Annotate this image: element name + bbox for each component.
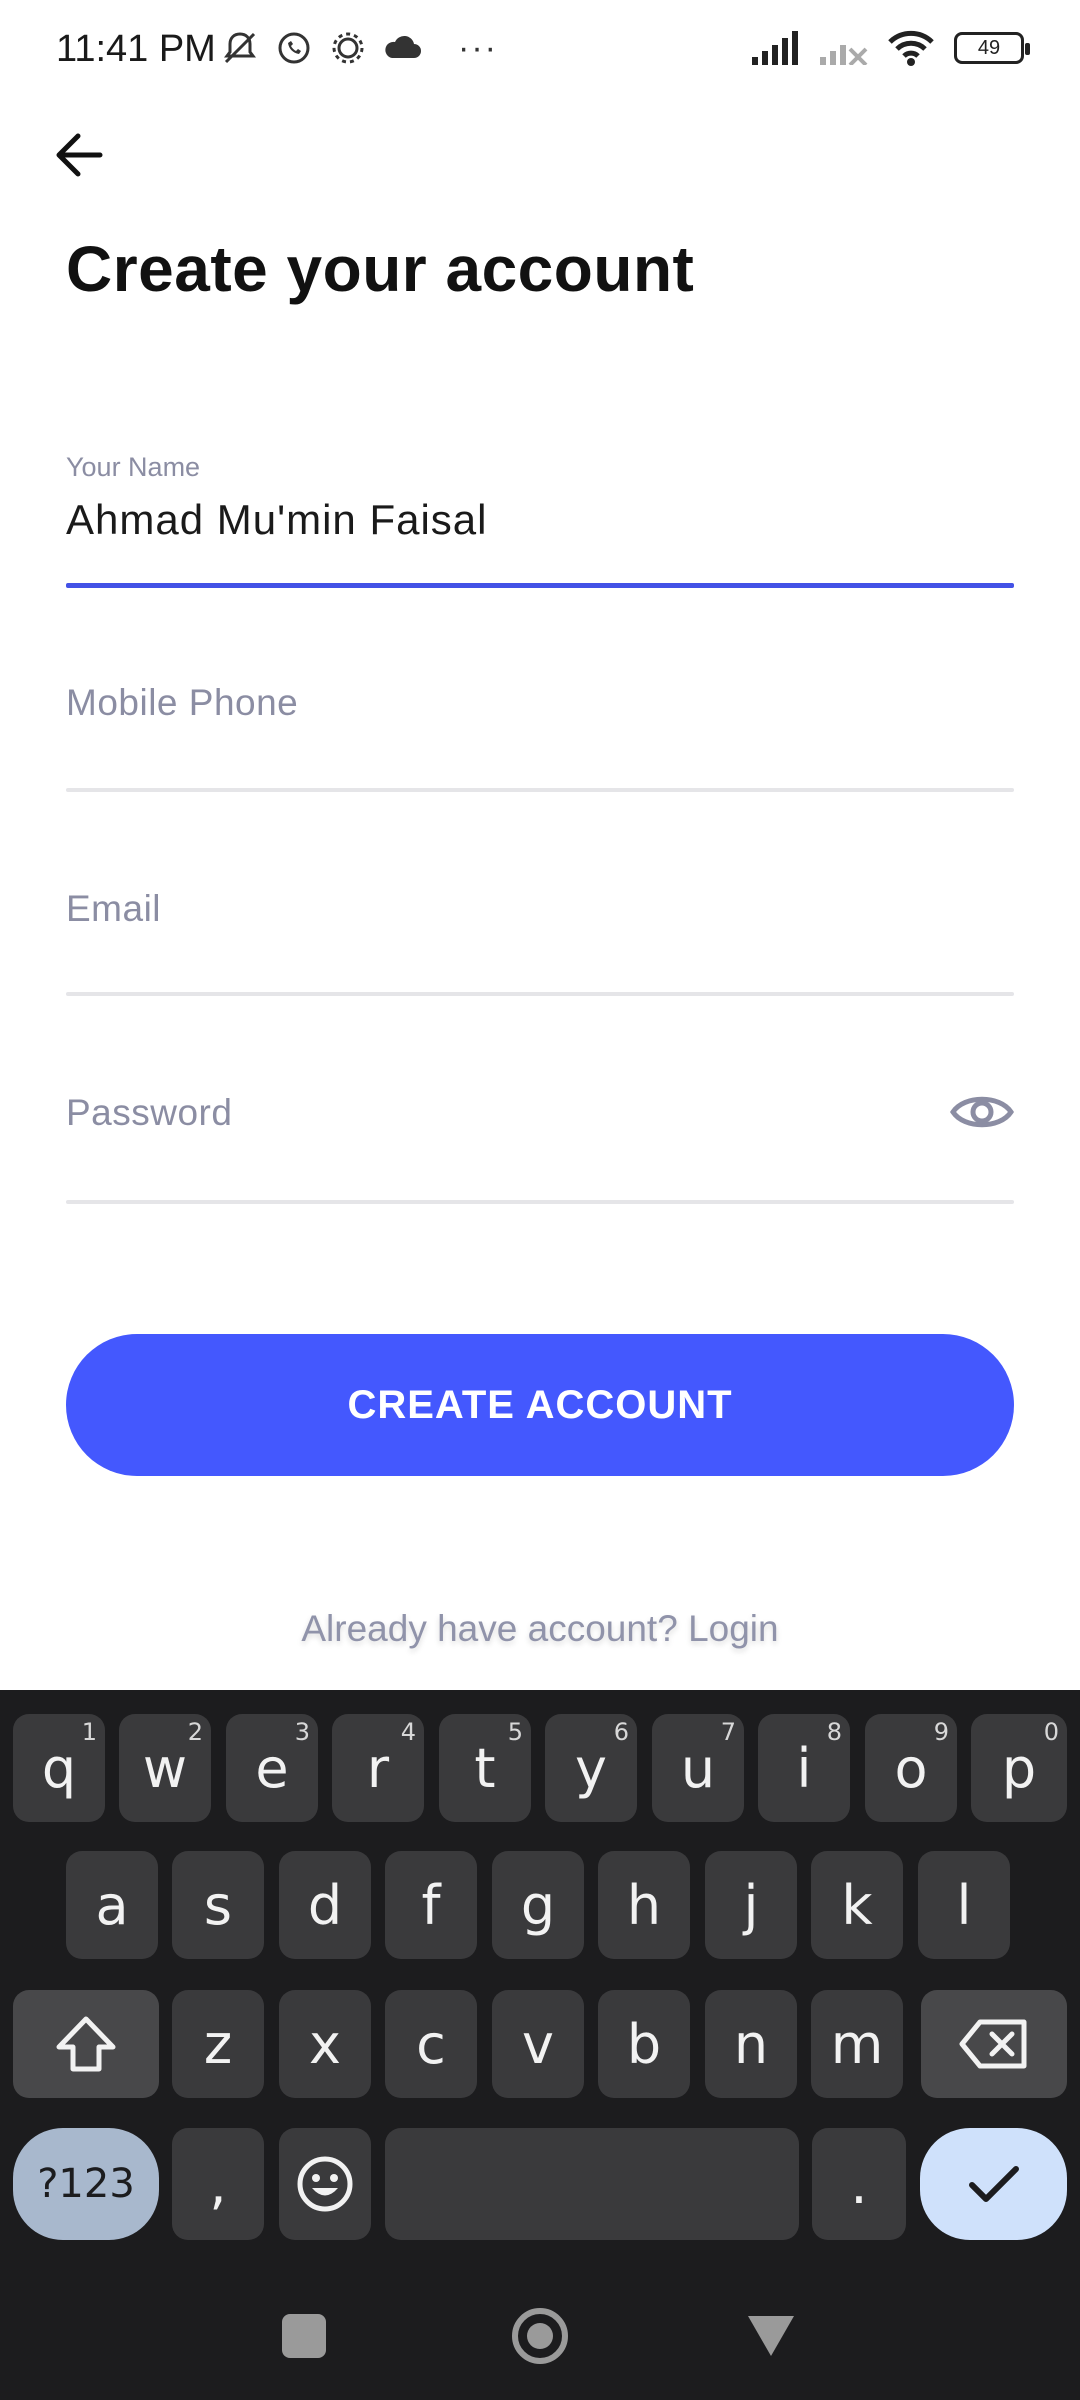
wifi-icon (888, 30, 934, 66)
home-circle-icon (512, 2308, 568, 2364)
key-q[interactable]: q1 (13, 1714, 105, 1822)
back-button[interactable] (44, 120, 114, 190)
whatsapp-icon (278, 32, 310, 64)
space-key[interactable] (385, 2128, 799, 2240)
key-label: r (366, 1736, 390, 1800)
page-title: Create your account (66, 233, 695, 305)
status-bar: 11:41 PM ··· 49 (0, 0, 1080, 104)
key-label: t (474, 1736, 496, 1800)
signup-screen: 11:41 PM ··· 49 Create your account Your… (0, 0, 1080, 2400)
status-time: 11:41 PM (56, 28, 216, 70)
backspace-key[interactable] (921, 1990, 1067, 2098)
name-field-value[interactable]: Ahmad Mu'min Faisal (66, 496, 488, 544)
key-h[interactable]: h (598, 1851, 690, 1959)
key-label: i (796, 1736, 812, 1800)
key-x[interactable]: x (279, 1990, 371, 2098)
settings-gear-icon (332, 32, 364, 64)
name-field-underline (66, 583, 1014, 588)
password-visibility-toggle[interactable] (950, 1090, 1014, 1134)
key-label: u (680, 1736, 716, 1800)
key-a[interactable]: a (66, 1851, 158, 1959)
key-label: p (1001, 1736, 1037, 1800)
key-label: q (41, 1736, 77, 1800)
email-field[interactable]: Email (66, 864, 1014, 1004)
key-m[interactable]: m (811, 1990, 903, 2098)
period-key[interactable]: . (812, 2128, 906, 2240)
name-field[interactable]: Your Name Ahmad Mu'min Faisal (66, 450, 1014, 592)
key-hint: 7 (720, 1718, 736, 1746)
backspace-icon (959, 2019, 1027, 2069)
create-account-button[interactable]: CREATE ACCOUNT (66, 1334, 1014, 1476)
status-icons-left: ··· (220, 28, 498, 68)
emoji-key[interactable] (279, 2128, 371, 2240)
mobile-phone-field[interactable]: Mobile Phone (66, 660, 1014, 800)
battery-icon: 49 (954, 32, 1030, 64)
checkmark-icon (968, 2166, 1019, 2202)
password-field[interactable]: Password (66, 1068, 1014, 1208)
key-label: w (142, 1736, 188, 1800)
system-navigation-bar (0, 2270, 1080, 2400)
key-p[interactable]: p0 (971, 1714, 1067, 1822)
nav-back-button[interactable] (746, 2314, 796, 2358)
key-hint: 3 (294, 1718, 310, 1746)
key-r[interactable]: r4 (332, 1714, 424, 1822)
key-c[interactable]: c (385, 1990, 477, 2098)
key-j[interactable]: j (705, 1851, 797, 1959)
key-hint: 8 (826, 1718, 842, 1746)
key-o[interactable]: o9 (865, 1714, 957, 1822)
shift-arrow-icon (56, 2016, 116, 2072)
comma-key[interactable]: , (172, 2128, 264, 2240)
notifications-off-icon (224, 32, 256, 64)
name-field-label: Your Name (66, 452, 201, 482)
key-label: y (575, 1736, 607, 1800)
password-underline (66, 1200, 1014, 1204)
key-y[interactable]: y6 (545, 1714, 637, 1822)
key-hint: 4 (400, 1718, 416, 1746)
key-l[interactable]: l (918, 1851, 1010, 1959)
status-more: ··· (458, 28, 498, 67)
key-w[interactable]: w2 (119, 1714, 211, 1822)
back-triangle-icon (748, 2316, 794, 2356)
password-placeholder: Password (66, 1092, 233, 1133)
key-e[interactable]: e3 (226, 1714, 318, 1822)
key-t[interactable]: t5 (439, 1714, 531, 1822)
key-k[interactable]: k (811, 1851, 903, 1959)
key-u[interactable]: u7 (652, 1714, 744, 1822)
key-z[interactable]: z (172, 1990, 264, 2098)
mobile-phone-placeholder: Mobile Phone (66, 682, 299, 723)
key-hint: 5 (507, 1718, 523, 1746)
key-f[interactable]: f (385, 1851, 477, 1959)
mobile-phone-underline (66, 788, 1014, 792)
key-v[interactable]: v (492, 1990, 584, 2098)
signal-icon (752, 31, 798, 65)
shift-key[interactable] (13, 1990, 159, 2098)
done-key[interactable] (920, 2128, 1067, 2240)
key-i[interactable]: i8 (758, 1714, 850, 1822)
email-placeholder: Email (66, 888, 162, 929)
arrow-left-icon (56, 133, 103, 177)
key-g[interactable]: g (492, 1851, 584, 1959)
key-d[interactable]: d (279, 1851, 371, 1959)
key-label: o (894, 1736, 928, 1800)
key-s[interactable]: s (172, 1851, 264, 1959)
login-link[interactable]: Already have account? Login (0, 1608, 1080, 1650)
nav-recents-button[interactable] (282, 2314, 326, 2358)
signal-secondary-off-icon (820, 45, 868, 65)
status-icons-right: 49 (752, 30, 1030, 66)
key-hint: 6 (613, 1718, 629, 1746)
key-hint: 9 (933, 1718, 949, 1746)
key-hint: 0 (1043, 1718, 1059, 1746)
key-b[interactable]: b (598, 1990, 690, 2098)
cloud-icon (385, 35, 421, 58)
key-hint: 1 (81, 1718, 97, 1746)
eye-icon (950, 1096, 1014, 1128)
key-hint: 2 (187, 1718, 203, 1746)
email-underline (66, 992, 1014, 996)
symbols-key[interactable]: ?123 (13, 2128, 159, 2240)
key-n[interactable]: n (705, 1990, 797, 2098)
emoji-icon (297, 2156, 353, 2212)
nav-home-button[interactable] (510, 2306, 570, 2366)
key-label: e (255, 1736, 289, 1800)
